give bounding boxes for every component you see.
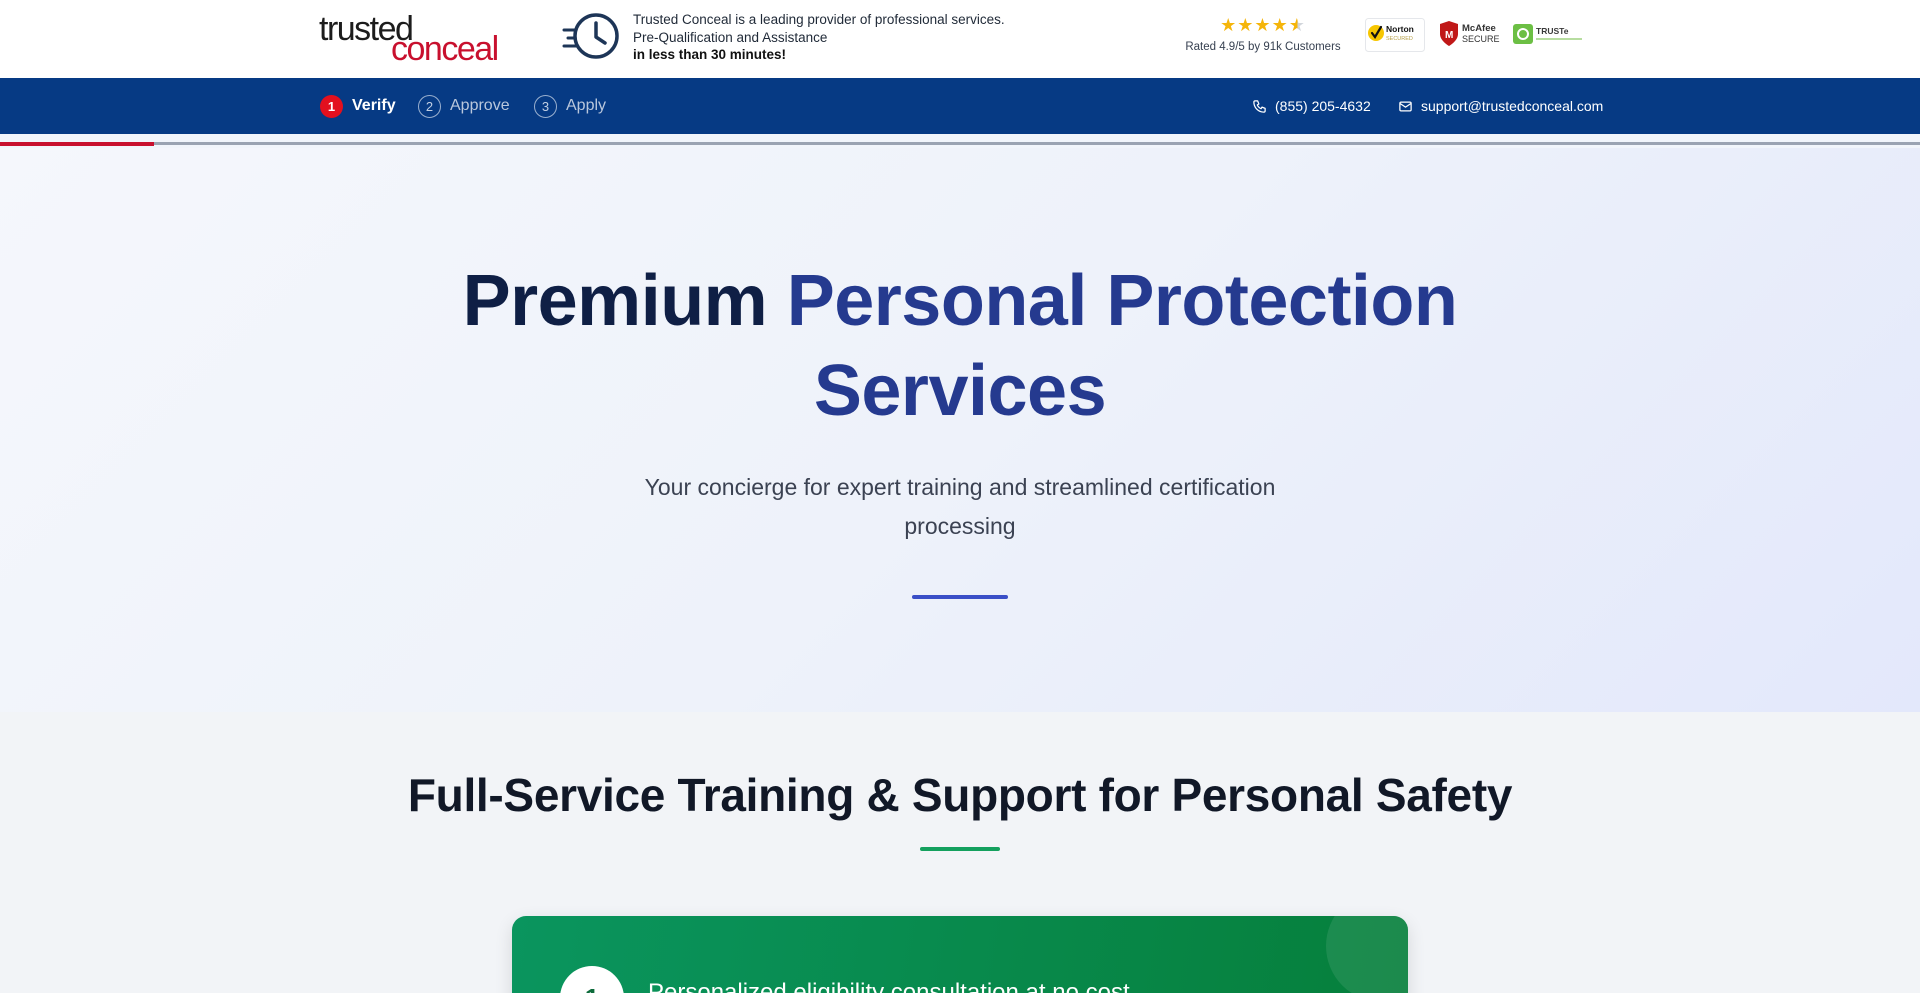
tagline-line-2: Pre-Qualification and Assistance [633,29,828,45]
mcafee-label: McAfee [1462,23,1496,34]
svg-text:M: M [1445,30,1453,41]
phone-icon [1253,99,1266,113]
mcafee-shield-icon: M McAfee SECURE [1440,21,1500,46]
star-rating-icon: ★★★★★ [1220,15,1306,35]
hero-title-line1-rest: Personal Protection [786,261,1458,341]
customer-rating: ★★★★★ Rated 4.9/5 by 91k Customers [1178,15,1348,53]
truste-label: TRUSTe [1536,26,1569,36]
step-label: Verify [352,97,396,114]
hero-title-line2: Services [813,351,1107,431]
logo-text-conceal: conceal [391,30,499,68]
hero-title-premium: Premium [462,261,768,341]
main-navbar: 1 Verify 2 Approve 3 Apply (855) 205-463… [0,78,1920,134]
norton-secured-badge: Norton SECURED [1365,18,1425,52]
step-number: 1 [320,94,343,118]
step-number: 3 [534,94,557,118]
header-tagline: Trusted Conceal is a leading provider of… [633,11,1005,64]
hero-subtitle: Your concierge for expert training and s… [644,474,1276,539]
service-card[interactable]: 1 Personalized eligibility consultation … [512,916,1408,993]
norton-label: Norton [1386,24,1414,34]
mcafee-secure-badge: M McAfee SECURE [1437,18,1503,52]
step-apply[interactable]: 3 Apply [534,78,606,134]
phone-link[interactable]: (855) 205-4632 [1252,78,1371,134]
step-verify[interactable]: 1 Verify [320,78,396,134]
step-label: Approve [450,97,510,114]
email-link[interactable]: support@trustedconceal.com [1398,78,1603,134]
tagline-line-3: in less than 30 minutes! [633,47,787,62]
fast-clock-icon [562,13,619,59]
services-title: Full-Service Training & Support for Pers… [407,769,1513,821]
card-number: 1 [560,966,624,993]
card-decoration [1326,916,1408,993]
tagline-line-1: Trusted Conceal is a leading provider of… [633,12,1005,27]
email-address: support@trustedconceal.com [1421,98,1604,114]
mcafee-sub-label: SECURE [1462,34,1500,44]
rating-text: Rated 4.9/5 by 91k Customers [1185,41,1341,53]
phone-number: (855) 205-4632 [1275,98,1371,114]
norton-check-icon: Norton SECURED [1365,18,1425,52]
progress-bar [0,134,1920,148]
progress-fill [0,142,154,146]
top-header: trusted conceal Trusted Conceal is a lea… [0,0,1920,78]
step-approve[interactable]: 2 Approve [418,78,510,134]
step-label: Apply [566,97,607,114]
progress-track [0,142,1920,145]
norton-sub-label: SECURED [1386,36,1413,42]
truste-badge: TRUSTe [1513,18,1585,52]
truste-icon: TRUSTe [1513,24,1582,44]
hero-title: Premium Personal Protection Services [360,256,1560,436]
mail-icon [1399,101,1412,111]
step-number: 2 [418,94,441,118]
hero-divider [912,595,1008,599]
hero-section: Premium Personal Protection Services You… [0,148,1920,712]
card-text: Personalized eligibility consultation at… [648,979,1130,993]
trusted-conceal-logo[interactable]: trusted conceal [319,12,519,66]
services-divider [920,847,1000,851]
